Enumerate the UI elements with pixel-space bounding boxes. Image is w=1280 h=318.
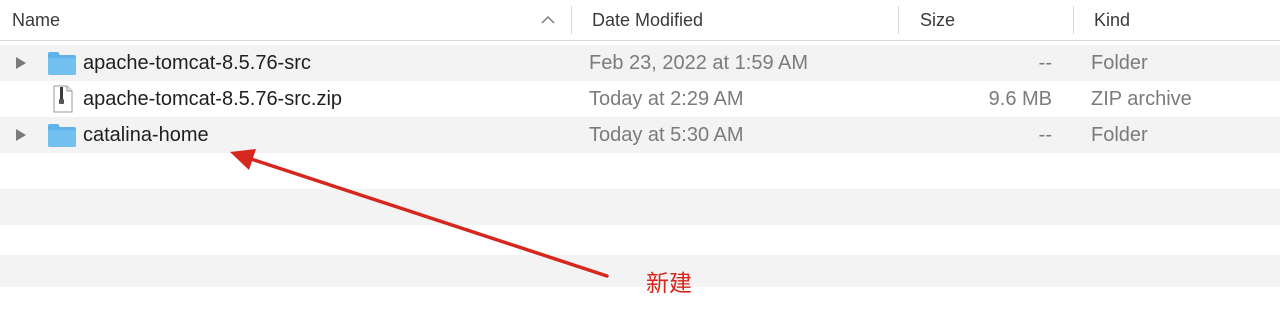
folder-icon bbox=[48, 124, 76, 147]
annotation-label: 新建 bbox=[646, 271, 692, 297]
column-header-name[interactable]: Name bbox=[12, 0, 60, 40]
file-name: apache-tomcat-8.5.76-src bbox=[83, 52, 311, 74]
column-header-date-modified[interactable]: Date Modified bbox=[592, 0, 703, 40]
column-header-size[interactable]: Size bbox=[920, 0, 955, 40]
file-kind: Folder bbox=[1091, 52, 1148, 74]
column-divider[interactable] bbox=[1073, 6, 1074, 34]
file-size: -- bbox=[1038, 124, 1052, 146]
zip-file-icon bbox=[53, 85, 73, 113]
file-row[interactable]: catalina-home Today at 5:30 AM -- Folder bbox=[0, 117, 1280, 153]
file-row[interactable]: apache-tomcat-8.5.76-src Feb 23, 2022 at… bbox=[0, 45, 1280, 81]
empty-row bbox=[0, 189, 1280, 225]
folder-icon bbox=[48, 52, 76, 75]
column-divider[interactable] bbox=[571, 6, 572, 34]
file-name: apache-tomcat-8.5.76-src.zip bbox=[83, 88, 343, 110]
file-date-modified: Feb 23, 2022 at 1:59 AM bbox=[589, 52, 809, 74]
file-name: catalina-home bbox=[83, 124, 209, 146]
file-size: -- bbox=[1038, 52, 1052, 74]
disclosure-triangle-icon[interactable] bbox=[15, 56, 27, 70]
file-kind: ZIP archive bbox=[1091, 88, 1192, 110]
file-date-modified: Today at 5:30 AM bbox=[589, 124, 744, 146]
sort-ascending-icon[interactable] bbox=[540, 13, 556, 27]
column-divider[interactable] bbox=[898, 6, 899, 34]
disclosure-triangle-icon[interactable] bbox=[15, 128, 27, 142]
empty-row bbox=[0, 255, 1280, 287]
file-row[interactable]: apache-tomcat-8.5.76-src.zip Today at 2:… bbox=[0, 81, 1280, 117]
empty-row bbox=[0, 153, 1280, 189]
file-kind: Folder bbox=[1091, 124, 1148, 146]
file-date-modified: Today at 2:29 AM bbox=[589, 88, 744, 110]
column-header-bar: Name Date Modified Size Kind bbox=[0, 0, 1280, 41]
file-size: 9.6 MB bbox=[988, 88, 1052, 110]
column-header-kind[interactable]: Kind bbox=[1094, 0, 1130, 40]
